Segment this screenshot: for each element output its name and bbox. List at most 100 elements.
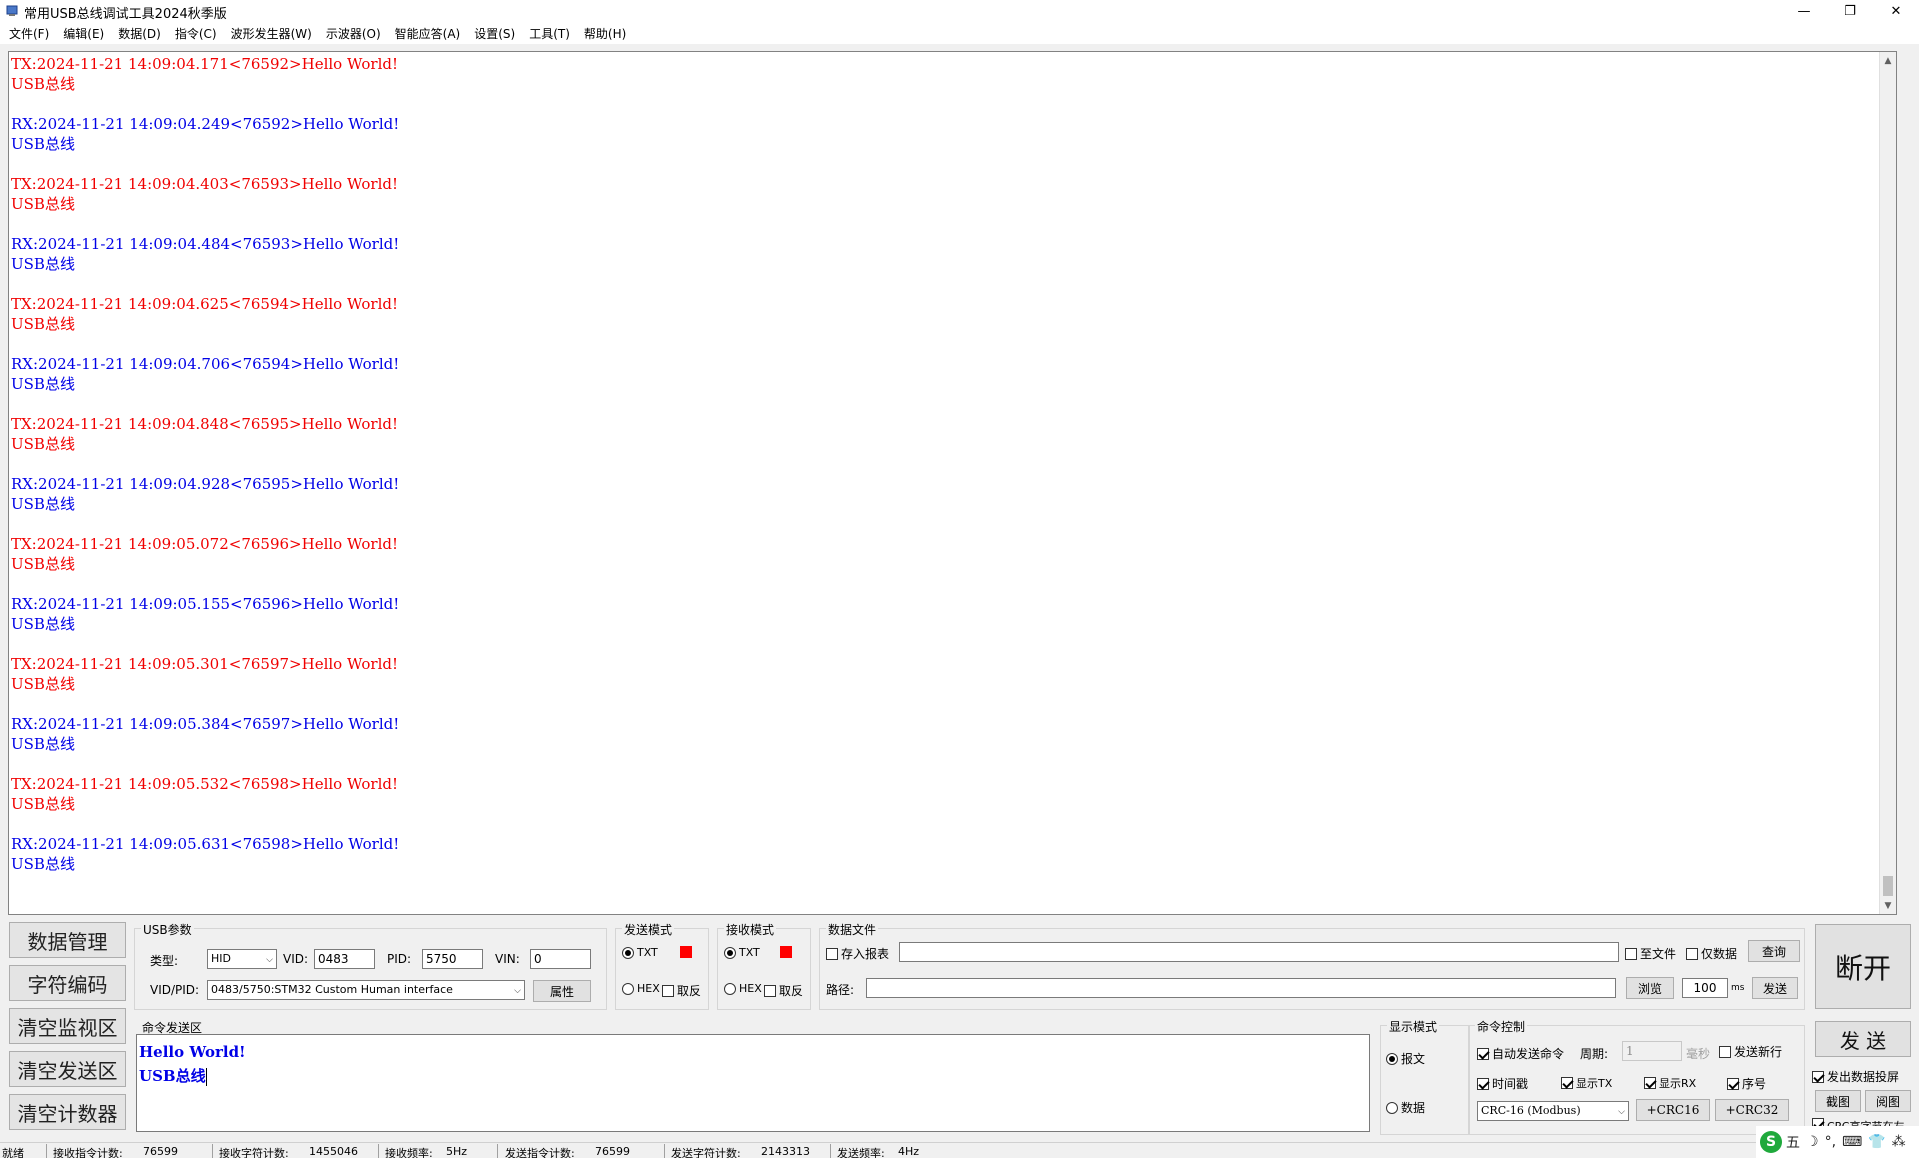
to-file-checkbox[interactable]: 至文件 (1625, 945, 1676, 962)
screenshot-button[interactable]: 截图 (1815, 1090, 1861, 1112)
status-divider (830, 1144, 831, 1158)
path-input[interactable] (866, 978, 1616, 998)
ime-mode-icon[interactable]: 五 (1786, 1132, 1800, 1152)
menu-oscilloscope[interactable]: 示波器(O) (321, 25, 386, 42)
keyboard-icon[interactable]: ⌨ (1842, 1134, 1862, 1150)
char-encode-button[interactable]: 字符编码 (9, 965, 126, 1001)
display-message-radio[interactable]: 报文 (1386, 1050, 1425, 1067)
grid-icon[interactable]: ⁂ (1892, 1134, 1906, 1150)
save-report-checkbox[interactable]: 存入报表 (826, 945, 889, 962)
monitor-area[interactable]: TX:2024-11-21 14:09:04.171<76592>Hello W… (8, 51, 1897, 915)
menu-waveform-generator[interactable]: 波形发生器(W) (226, 25, 317, 42)
menu-help[interactable]: 帮助(H) (579, 25, 631, 42)
seq-no-checkbox[interactable]: 序号 (1727, 1075, 1766, 1092)
clear-counter-button[interactable]: 清空计数器 (9, 1094, 126, 1130)
vertical-scrollbar[interactable]: ▲ ▼ (1879, 52, 1896, 914)
menu-data[interactable]: 数据(D) (113, 25, 166, 42)
checkbox-checked-icon (1812, 1070, 1824, 1083)
log-entry-body: USB总线 (11, 734, 75, 753)
log-entry-body: USB总线 (11, 854, 75, 873)
browse-button[interactable]: 浏览 (1626, 977, 1674, 999)
log-entry: TX:2024-11-21 14:09:04.403<76593>Hello W… (11, 173, 1884, 233)
scroll-up-icon[interactable]: ▲ (1880, 52, 1896, 69)
punctuation-icon[interactable]: °, (1825, 1134, 1836, 1150)
log-entry-header: TX:2024-11-21 14:09:05.072<76596>Hello W… (11, 535, 398, 553)
crc-select[interactable]: CRC-16 (Modbus) ⌵ (1477, 1101, 1629, 1121)
data-manage-button[interactable]: 数据管理 (9, 922, 126, 958)
send-mode-txt-radio[interactable]: TXT (622, 946, 658, 959)
send-button[interactable]: 发 送 (1815, 1021, 1911, 1057)
disconnect-button[interactable]: 断开 (1815, 924, 1911, 1009)
recv-mode-txt-label: TXT (739, 946, 760, 959)
auto-send-checkbox[interactable]: 自动发送命令 (1477, 1045, 1564, 1062)
auto-send-label: 自动发送命令 (1492, 1047, 1565, 1061)
data-only-checkbox[interactable]: 仅数据 (1686, 945, 1737, 962)
scroll-thumb[interactable] (1883, 876, 1893, 896)
vid-input[interactable]: 0483 (314, 949, 375, 969)
vidpid-select[interactable]: 0483/5750:STM32 Custom Human interface ⌵ (207, 980, 525, 1000)
recv-mode-txt-radio[interactable]: TXT (724, 946, 760, 959)
recv-char-label: 接收字符计数: (219, 1147, 289, 1158)
log-entry: TX:2024-11-21 14:09:05.301<76597>Hello W… (11, 653, 1884, 713)
app-icon (6, 5, 18, 16)
text-caret (205, 1068, 207, 1086)
status-ready: 就绪 (2, 1147, 24, 1158)
ime-toolbar[interactable]: S 五 ☽ °, ⌨ 👕 ⁂ (1756, 1126, 1919, 1158)
report-input[interactable] (899, 942, 1619, 962)
send-mode-hex-radio[interactable]: HEX (622, 982, 660, 995)
maximize-button[interactable]: ❐ (1827, 0, 1873, 22)
checkbox-checked-icon (1561, 1077, 1573, 1089)
ime-logo-icon[interactable]: S (1760, 1131, 1782, 1153)
log-entry-header: RX:2024-11-21 14:09:04.484<76593>Hello W… (11, 235, 400, 253)
show-tx-checkbox[interactable]: 显示TX (1561, 1075, 1612, 1091)
query-button[interactable]: 查询 (1748, 940, 1800, 962)
checkbox-unchecked-icon (1625, 947, 1637, 960)
skin-icon[interactable]: 👕 (1868, 1134, 1885, 1150)
log-entry-body: USB总线 (11, 194, 75, 213)
log-entry: RX:2024-11-21 14:09:04.928<76595>Hello W… (11, 473, 1884, 533)
checkbox-checked-icon (1477, 1077, 1489, 1090)
path-label: 路径: (826, 983, 855, 997)
period-input[interactable]: 1 (1622, 1041, 1682, 1061)
crc16-button[interactable]: +CRC16 (1636, 1099, 1710, 1121)
timestamp-checkbox[interactable]: 时间戳 (1477, 1075, 1528, 1092)
properties-button[interactable]: 属性 (533, 980, 591, 1002)
command-input[interactable]: Hello World! USB总线 (136, 1034, 1370, 1132)
display-data-radio[interactable]: 数据 (1386, 1099, 1425, 1116)
clear-send-button[interactable]: 清空发送区 (9, 1051, 126, 1087)
send-newline-checkbox[interactable]: 发送新行 (1719, 1043, 1782, 1060)
minimize-button[interactable]: — (1781, 0, 1827, 22)
send-invert-checkbox[interactable]: 取反 (662, 982, 701, 999)
menu-file[interactable]: 文件(F) (4, 25, 54, 42)
clear-monitor-button[interactable]: 清空监视区 (9, 1008, 126, 1044)
maximize-icon: ❐ (1844, 3, 1856, 19)
save-report-label: 存入报表 (841, 947, 890, 961)
pid-input[interactable]: 5750 (422, 949, 483, 969)
display-data-label: 数据 (1401, 1101, 1426, 1115)
interval-input[interactable]: 100 (1682, 978, 1728, 998)
show-rx-label: 显示RX (1659, 1077, 1697, 1090)
radio-selected-icon (1386, 1052, 1398, 1065)
menu-settings[interactable]: 设置(S) (469, 25, 520, 42)
moon-icon[interactable]: ☽ (1806, 1134, 1819, 1150)
log-entry-header: TX:2024-11-21 14:09:05.532<76598>Hello W… (11, 775, 398, 793)
recv-mode-hex-radio[interactable]: HEX (724, 982, 762, 995)
menu-command[interactable]: 指令(C) (170, 25, 222, 42)
send-data-screen-checkbox[interactable]: 发出数据投屏 (1812, 1068, 1899, 1085)
file-send-button[interactable]: 发送 (1752, 977, 1798, 999)
vin-input[interactable]: 0 (530, 949, 591, 969)
close-button[interactable]: ✕ (1873, 0, 1919, 22)
menu-tools[interactable]: 工具(T) (524, 25, 575, 42)
menu-smart-response[interactable]: 智能应答(A) (390, 25, 466, 42)
menu-edit[interactable]: 编辑(E) (58, 25, 109, 42)
log-list: TX:2024-11-21 14:09:04.171<76592>Hello W… (10, 53, 1884, 913)
scroll-down-icon[interactable]: ▼ (1880, 897, 1896, 914)
recv-invert-checkbox[interactable]: 取反 (764, 982, 803, 999)
type-select[interactable]: HID ⌵ (207, 949, 277, 969)
show-rx-checkbox[interactable]: 显示RX (1644, 1075, 1696, 1091)
log-entry: TX:2024-11-21 14:09:04.171<76592>Hello W… (11, 53, 1884, 113)
crc32-button[interactable]: +CRC32 (1715, 1099, 1789, 1121)
chevron-down-icon: ⌵ (266, 955, 273, 965)
read-image-button[interactable]: 阅图 (1865, 1090, 1911, 1112)
log-entry-body: USB总线 (11, 494, 75, 513)
